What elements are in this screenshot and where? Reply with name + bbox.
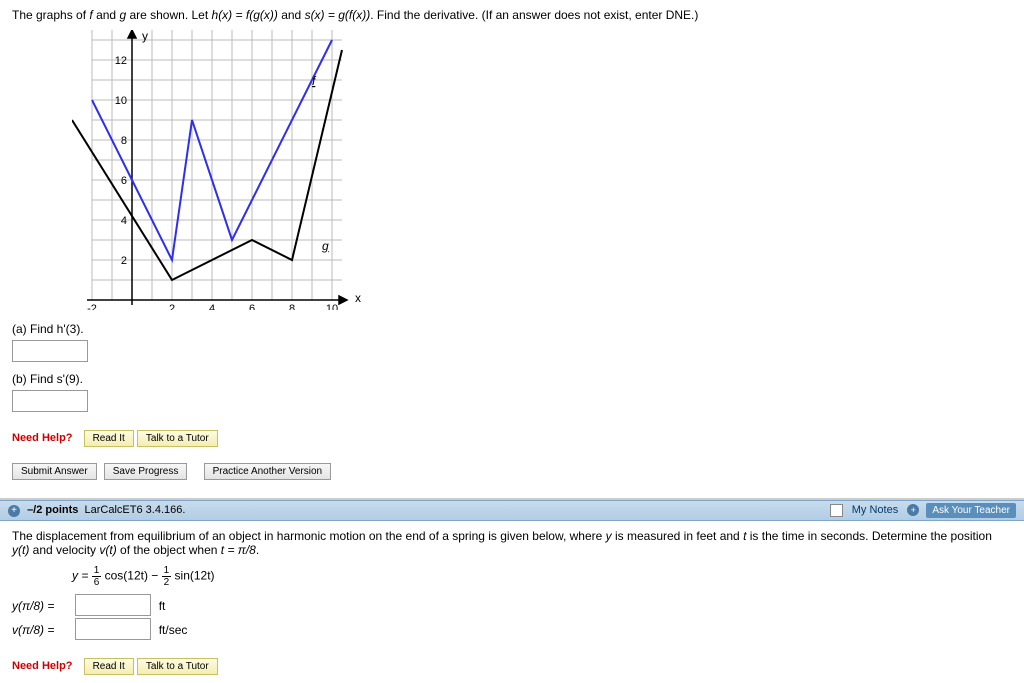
v-unit: ft/sec xyxy=(159,623,188,637)
text: . xyxy=(256,543,259,557)
f-label: f xyxy=(312,74,317,88)
text: are shown. Let xyxy=(126,8,211,22)
need-help-label: Need Help? xyxy=(12,660,73,672)
toggle-icon[interactable]: + xyxy=(8,505,20,517)
text: The graphs of xyxy=(12,8,89,22)
graph-svg: -2 2 4 6 8 10 2 4 6 8 10 12 y x f xyxy=(72,30,372,310)
part-a-label: (a) Find h'(3). xyxy=(12,322,1012,336)
eq-left: y = xyxy=(72,569,92,583)
help-row-1: Need Help? Read It Talk to a Tutor xyxy=(12,430,1012,447)
y-input[interactable] xyxy=(75,594,151,616)
svg-text:-2: -2 xyxy=(87,303,97,310)
hx-def: h(x) = f(g(x)) xyxy=(212,8,278,22)
part-b-input[interactable] xyxy=(12,390,88,412)
svg-text:8: 8 xyxy=(289,303,295,310)
y-label: y(π/8) = xyxy=(12,599,72,613)
practice-another-button[interactable]: Practice Another Version xyxy=(204,463,332,480)
points: –/2 points xyxy=(27,504,78,516)
header-left: + –/2 points LarCalcET6 3.4.166. xyxy=(8,504,185,517)
text: and xyxy=(278,8,305,22)
yt-sym: y(t) xyxy=(12,543,29,557)
save-progress-button[interactable]: Save Progress xyxy=(104,463,188,480)
y-unit: ft xyxy=(159,599,166,613)
svg-text:4: 4 xyxy=(121,215,127,227)
text: and velocity xyxy=(29,543,99,557)
text: is measured in feet and xyxy=(612,529,743,543)
q1-prompt: The graphs of f and g are shown. Let h(x… xyxy=(12,8,1012,22)
tval: t = π/8 xyxy=(221,543,256,557)
text: . Find the derivative. (If an answer doe… xyxy=(370,8,698,22)
part-b-label: (b) Find s'(9). xyxy=(12,372,1012,386)
eq-cos: cos(12t) − xyxy=(105,569,162,583)
ref: LarCalcET6 3.4.166. xyxy=(85,504,186,516)
talk-tutor-button[interactable]: Talk to a Tutor xyxy=(137,658,218,675)
y-row: y(π/8) = ft xyxy=(12,594,1012,616)
help-row-2: Need Help? Read It Talk to a Tutor xyxy=(12,658,1012,675)
vt-sym: v(t) xyxy=(99,543,116,557)
frac-1-6: 16 xyxy=(92,565,102,588)
question-2: The displacement from equilibrium of an … xyxy=(0,521,1024,683)
text: of the object when xyxy=(117,543,221,557)
question-1: The graphs of f and g are shown. Let h(x… xyxy=(0,0,1024,488)
text: and xyxy=(93,8,120,22)
submit-answer-button[interactable]: Submit Answer xyxy=(12,463,97,480)
svg-text:2: 2 xyxy=(169,303,175,310)
plus-icon: + xyxy=(907,504,919,516)
svg-text:10: 10 xyxy=(326,303,338,310)
svg-text:10: 10 xyxy=(115,95,127,107)
need-help-label: Need Help? xyxy=(12,432,73,444)
text: is the time in seconds. Determine the po… xyxy=(746,529,991,543)
ask-teacher-link[interactable]: Ask Your Teacher xyxy=(926,503,1016,518)
text: The displacement from equilibrium of an … xyxy=(12,529,606,543)
y-axis-label: y xyxy=(142,30,148,43)
svg-text:4: 4 xyxy=(209,303,215,310)
question-2-header: + –/2 points LarCalcET6 3.4.166. My Note… xyxy=(0,500,1024,521)
read-it-button[interactable]: Read It xyxy=(84,658,134,675)
header-right: My Notes + Ask Your Teacher xyxy=(830,504,1016,517)
part-a-input[interactable] xyxy=(12,340,88,362)
my-notes-link[interactable]: My Notes xyxy=(852,504,898,516)
q2-prompt: The displacement from equilibrium of an … xyxy=(12,529,1012,557)
graph-container: -2 2 4 6 8 10 2 4 6 8 10 12 y x f xyxy=(12,30,1012,310)
eq-sin: sin(12t) xyxy=(175,569,215,583)
equation: y = 16 cos(12t) − 12 sin(12t) xyxy=(72,565,1012,588)
read-it-button[interactable]: Read It xyxy=(84,430,134,447)
svg-text:8: 8 xyxy=(121,135,127,147)
action-row: Submit Answer Save Progress Practice Ano… xyxy=(12,463,1012,480)
v-input[interactable] xyxy=(75,618,151,640)
talk-tutor-button[interactable]: Talk to a Tutor xyxy=(137,430,218,447)
svg-text:6: 6 xyxy=(121,175,127,187)
svg-text:12: 12 xyxy=(115,55,127,67)
v-label: v(π/8) = xyxy=(12,623,72,637)
frac-1-2: 12 xyxy=(162,565,172,588)
sx-def: s(x) = g(f(x)) xyxy=(305,8,371,22)
g-label: g xyxy=(322,239,329,253)
svg-text:2: 2 xyxy=(121,255,127,267)
notes-icon xyxy=(830,504,843,517)
svg-text:6: 6 xyxy=(249,303,255,310)
v-row: v(π/8) = ft/sec xyxy=(12,618,1012,640)
x-axis-label: x xyxy=(355,291,361,305)
